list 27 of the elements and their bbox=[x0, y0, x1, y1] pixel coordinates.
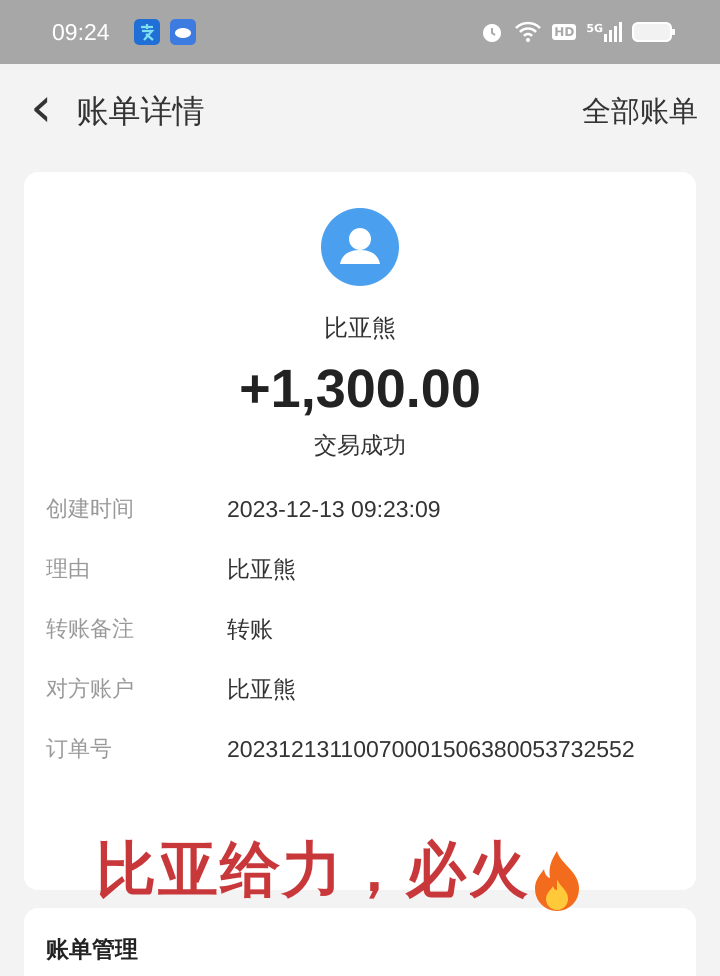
signal-indicator: 5G bbox=[586, 22, 622, 42]
flame-icon bbox=[532, 849, 582, 911]
detail-label: 理由 bbox=[46, 556, 91, 584]
wifi-icon bbox=[514, 21, 542, 43]
detail-value: 20231213110070001506380053732552 bbox=[227, 735, 636, 764]
all-bills-link[interactable]: 全部账单 bbox=[582, 92, 698, 132]
page-title: 账单详情 bbox=[76, 91, 204, 132]
detail-label: 对方账户 bbox=[46, 676, 135, 704]
back-button[interactable]: ‹ bbox=[20, 80, 62, 136]
detail-value: 比亚熊 bbox=[227, 675, 297, 704]
detail-value: 比亚熊 bbox=[227, 555, 297, 584]
detail-label: 转账备注 bbox=[46, 616, 135, 644]
hd-indicator: HD bbox=[552, 24, 576, 40]
payer-name: 比亚熊 bbox=[324, 313, 396, 344]
status-time: 09:24 bbox=[52, 18, 110, 46]
detail-label: 订单号 bbox=[46, 736, 113, 764]
cloud-icon bbox=[170, 19, 196, 45]
overlay-caption: 比亚给力，必火 bbox=[96, 834, 530, 907]
section-title: 账单管理 bbox=[46, 937, 138, 963]
detail-value: 转账 bbox=[227, 615, 274, 644]
avatar-icon bbox=[321, 208, 399, 286]
pay-app-icon bbox=[134, 19, 160, 45]
detail-label: 创建时间 bbox=[46, 496, 135, 524]
transaction-status: 交易成功 bbox=[314, 432, 406, 461]
detail-value: 2023-12-13 09:23:09 bbox=[227, 495, 442, 524]
amount: +1,300.00 bbox=[239, 358, 481, 420]
battery-icon bbox=[632, 21, 676, 43]
